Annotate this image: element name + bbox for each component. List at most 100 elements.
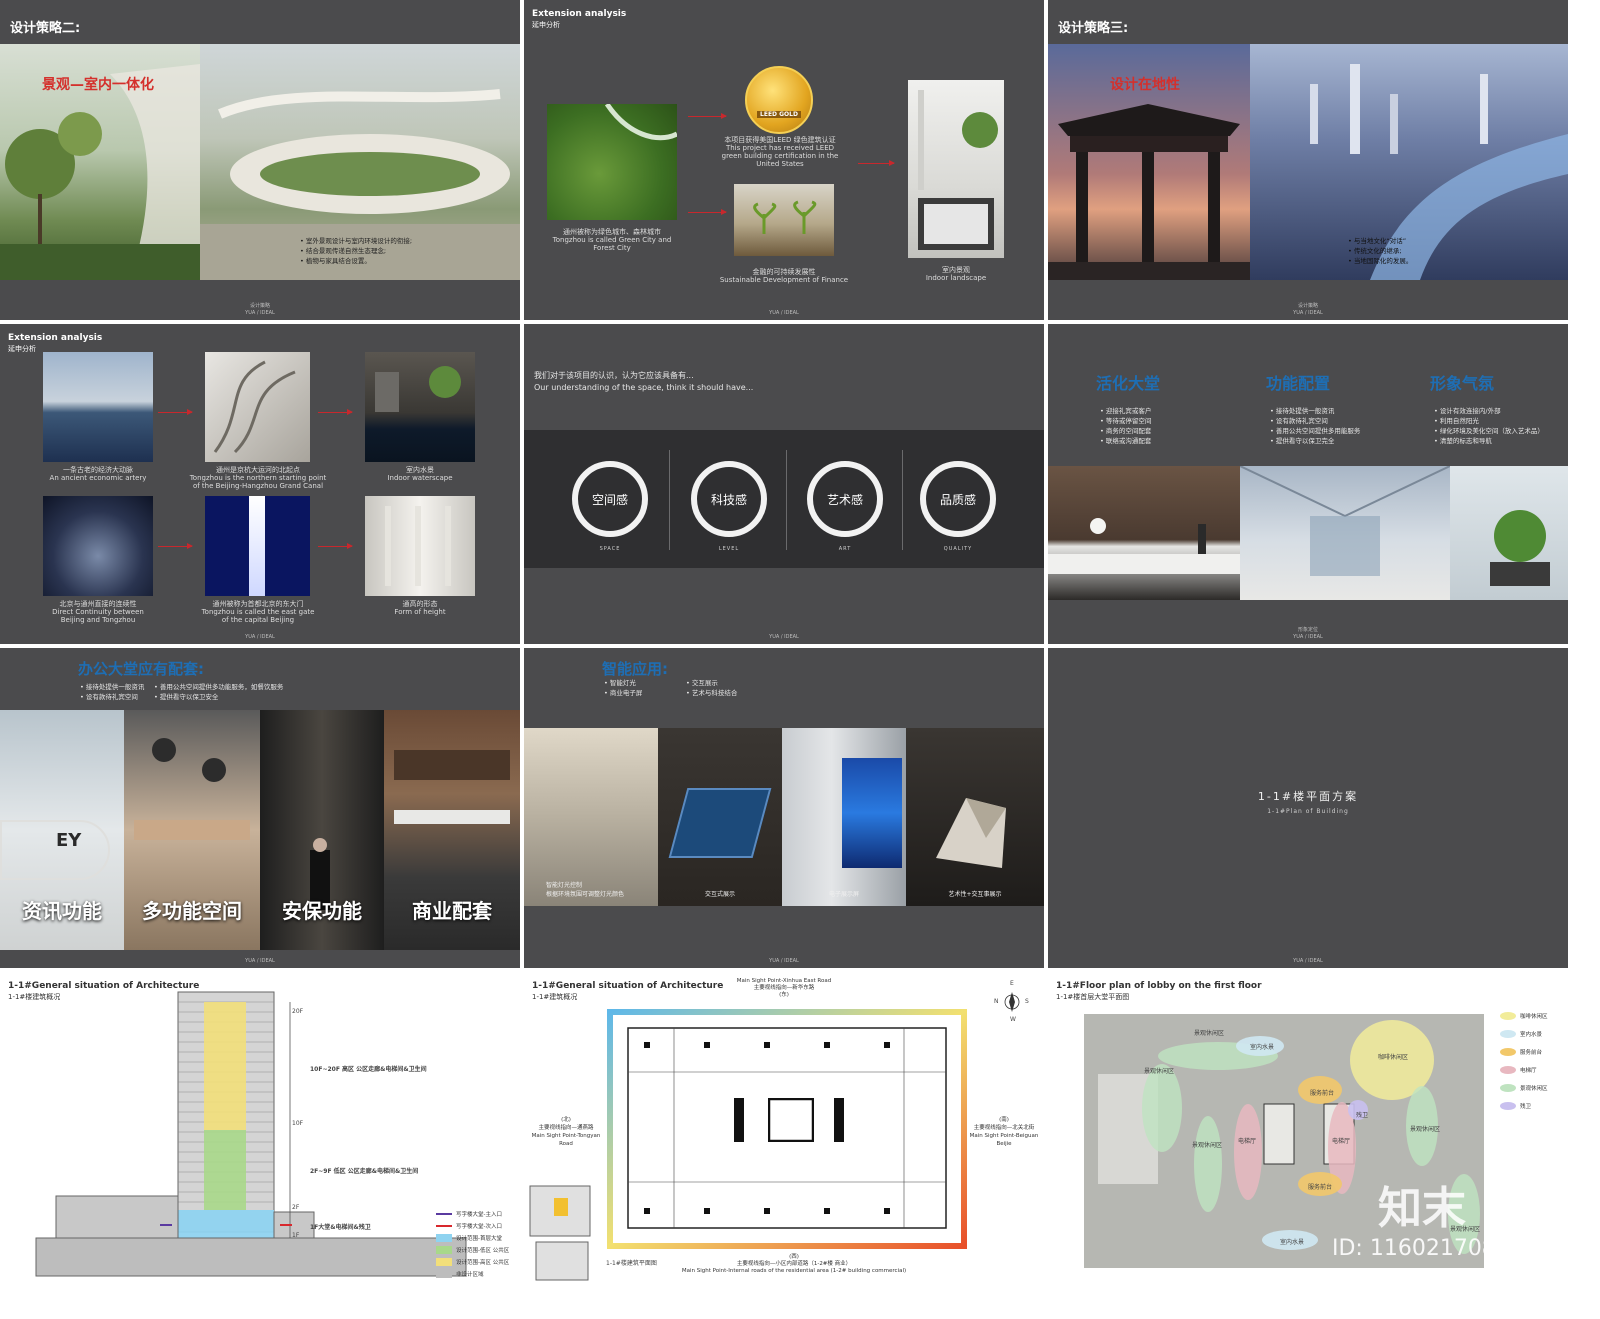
column-heading: 活化大堂 xyxy=(1096,374,1161,393)
caption-en: Direct Continuity between Beijing and To… xyxy=(52,608,144,624)
red-arrow xyxy=(318,409,353,415)
slide-lobby-floor-plan: 1-1#Floor plan of lobby on the first flo… xyxy=(1048,972,1568,1290)
caption-cn: 北京与通州直接的连续性 xyxy=(59,600,137,608)
panel-label: 智能灯光控制 根据环境氛围可调整灯光颜色 xyxy=(546,882,625,898)
slide-extension-analysis-2: Extension analysis 延申分析 一条古老的经济大动脉 An an… xyxy=(0,324,520,644)
slide-title: 设计策略三: xyxy=(1058,21,1129,36)
zone-label: 电梯厅 xyxy=(1332,1138,1351,1145)
strategy-bullets: 与当地文化“对话” 传统文化的继承; 当地国际化的发展。 xyxy=(1348,236,1413,266)
caption-cn: 室内水景 xyxy=(406,466,434,474)
slide-subtitle: 1-1#楼首层大堂平面图 xyxy=(1056,993,1130,1001)
legend-text: 设计范围-高区 公共区 xyxy=(456,1260,510,1266)
slide-title: Extension analysis xyxy=(8,333,103,343)
circle-en-label: QUALITY xyxy=(943,546,973,552)
circle-en-label: ART xyxy=(838,546,852,552)
floor-label: 10F xyxy=(292,1120,304,1127)
floor-label: 1F xyxy=(292,1232,300,1239)
caption-green-city: 通州被称为绿色城市、森林城市 Tongzhou is called Green … xyxy=(547,228,677,252)
zone-label: 服务前台 xyxy=(1310,1090,1335,1097)
legend-text: 室内水景 xyxy=(1520,1032,1543,1038)
caption-grand-canal: 通州是京杭大运河的北起点 Tongzhou is the northern st… xyxy=(188,466,328,490)
legend-swatch xyxy=(1500,1084,1516,1092)
multifunction-space-photo: 多功能空间 xyxy=(124,710,260,950)
red-arrow xyxy=(318,543,353,549)
legend-item: 室内水景 xyxy=(1500,1030,1542,1038)
bullet-item: 室外景观设计与室内环境设计的衔接; xyxy=(300,236,412,246)
zone-label: 残卫 xyxy=(1356,1112,1369,1119)
section-title-cn: 1-1#楼平面方案 xyxy=(1257,790,1359,803)
column-bullets: 设计有效连接内/外部 利用自然阳光 绿化环境及美化空间（放入艺术品） 清楚的标志… xyxy=(1434,406,1544,446)
indoor-landscape-photo xyxy=(908,80,1004,258)
caption-cn: 本项目获得美国LEED 绿色建筑认证 xyxy=(724,136,836,144)
slide-smart-applications: 智能应用: 智能灯光 商业电子屏 交互展示 艺术与科技结合 智能灯光控制 根据环… xyxy=(524,648,1044,968)
caption-east-gate: 通州被称为首都北京的东大门 Tongzhou is called the eas… xyxy=(198,600,318,624)
zone-label: 景观休闲区 xyxy=(1144,1068,1175,1075)
footer-label: 形象定位 xyxy=(1297,627,1318,633)
column-heading: 形象气氛 xyxy=(1430,374,1495,393)
floor-label: 2F xyxy=(292,1204,300,1211)
slide-footer: YUA / IDEAL xyxy=(0,958,520,965)
zone-label: 电梯厅 xyxy=(1238,1138,1257,1145)
circle-en-label: SPACE xyxy=(599,546,621,552)
canal-sculpture-photo xyxy=(205,352,310,462)
legend-text: 写字楼大堂-次入口 xyxy=(456,1224,502,1230)
legend-swatch xyxy=(436,1213,452,1215)
footer-label: 设计策略 xyxy=(1297,303,1318,309)
legend-item: 设计范围-首层大堂 xyxy=(436,1234,502,1242)
legend-text: 电梯厅 xyxy=(1520,1068,1537,1074)
bullet-item: 等待或停留空间 xyxy=(1100,416,1152,426)
info-desk-photo: EY 资讯功能 xyxy=(0,710,124,950)
slide-lobby-facilities: 办公大堂应有配套: 接待处提供一般资讯 设有款待礼宾空间 善用公共空间提供多功能… xyxy=(0,648,520,968)
quality-circle-art: 艺术感 xyxy=(807,461,883,537)
bullet-item: 设计有效连接内/外部 xyxy=(1434,406,1544,416)
legend-item: 景观休闲区 xyxy=(1500,1084,1548,1092)
zone-label: 室内水景 xyxy=(1280,1239,1305,1246)
floor-plan-drawing xyxy=(529,992,1020,1281)
caption-cn: 通州被称为首都北京的东大门 xyxy=(212,600,304,608)
compass-north: N xyxy=(994,998,999,1005)
compass-east: E xyxy=(1010,980,1014,987)
band-divider xyxy=(902,450,903,550)
bullet-item: 设有款待礼宾空间 xyxy=(1270,416,1360,426)
slide-heading: 1-1#Floor plan of lobby on the first flo… xyxy=(1056,981,1262,1003)
security-photo: 安保功能 xyxy=(260,710,384,950)
bullets-left: 接待处提供一般资讯 设有款待礼宾空间 xyxy=(80,682,145,702)
circle-label: 空间感 xyxy=(591,492,628,507)
circle-label: 艺术感 xyxy=(826,492,863,507)
strategy-headline: 设计在地性 xyxy=(1110,77,1180,93)
strategy-headline: 景观—室内一体化 xyxy=(42,77,154,93)
legend-text: 写字楼大堂-主入口 xyxy=(456,1212,502,1218)
red-arrow xyxy=(688,209,727,215)
bullet-item: 绿化环境及美化空间（放入艺术品） xyxy=(1434,426,1544,436)
zone-label: 服务前台 xyxy=(1308,1184,1333,1191)
caption-finance: 金融的可持续发展性 Sustainable Development of Fin… xyxy=(710,268,858,284)
legend-swatch xyxy=(436,1270,452,1278)
panel-label: 商业配套 xyxy=(412,899,492,923)
bullet-item: 利用自然阳光 xyxy=(1434,416,1544,426)
slide-section-divider: 1-1#楼平面方案 1-1#Plan of Building YUA / IDE… xyxy=(1048,648,1568,968)
caption-cn: 金融的可持续发展性 xyxy=(752,268,816,276)
slide-heading: Extension analysis 延申分析 xyxy=(532,9,626,31)
caption-indoor: 室内景观 Indoor landscape xyxy=(908,266,1004,282)
plan-caption: 1-1#楼建筑平面图 xyxy=(606,1260,657,1267)
digital-screen-photo: 电子展示屏 xyxy=(782,728,906,906)
circle-label: 科技感 xyxy=(710,492,747,507)
smart-lighting-photo: 智能灯光控制 根据环境氛围可调整灯光颜色 xyxy=(524,728,658,906)
quality-circle-quality: 品质感 xyxy=(920,461,996,537)
slide-headline: 智能应用: xyxy=(602,660,668,678)
legend-swatch xyxy=(1500,1030,1516,1038)
bullet-item: 提供看守以保卫安全 xyxy=(154,692,283,702)
legend-item: 电梯厅 xyxy=(1500,1066,1537,1074)
legend-text: 咖啡休闲区 xyxy=(1520,1014,1548,1020)
legend-item: 咖啡休闲区 xyxy=(1500,1012,1548,1020)
bullet-item: 当地国际化的发展。 xyxy=(1348,256,1413,266)
caption-en: Sustainable Development of Finance xyxy=(719,276,849,284)
band-divider xyxy=(669,450,670,550)
quality-circle-space: 空间感 xyxy=(572,461,648,537)
slide-title: 1-1#Floor plan of lobby on the first flo… xyxy=(1056,981,1262,991)
caption-indoor-waterscape: 室内水景 Indoor waterscape xyxy=(365,466,475,482)
slide-extension-analysis-1: Extension analysis 延申分析 通州被称为绿色城市、森林城市 T… xyxy=(524,0,1044,320)
legend-swatch xyxy=(436,1234,452,1242)
intro-text: 我们对于该项目的认识，认为它应该具备有... Our understanding… xyxy=(534,370,753,394)
quality-circle-tech: 科技感 xyxy=(691,461,767,537)
